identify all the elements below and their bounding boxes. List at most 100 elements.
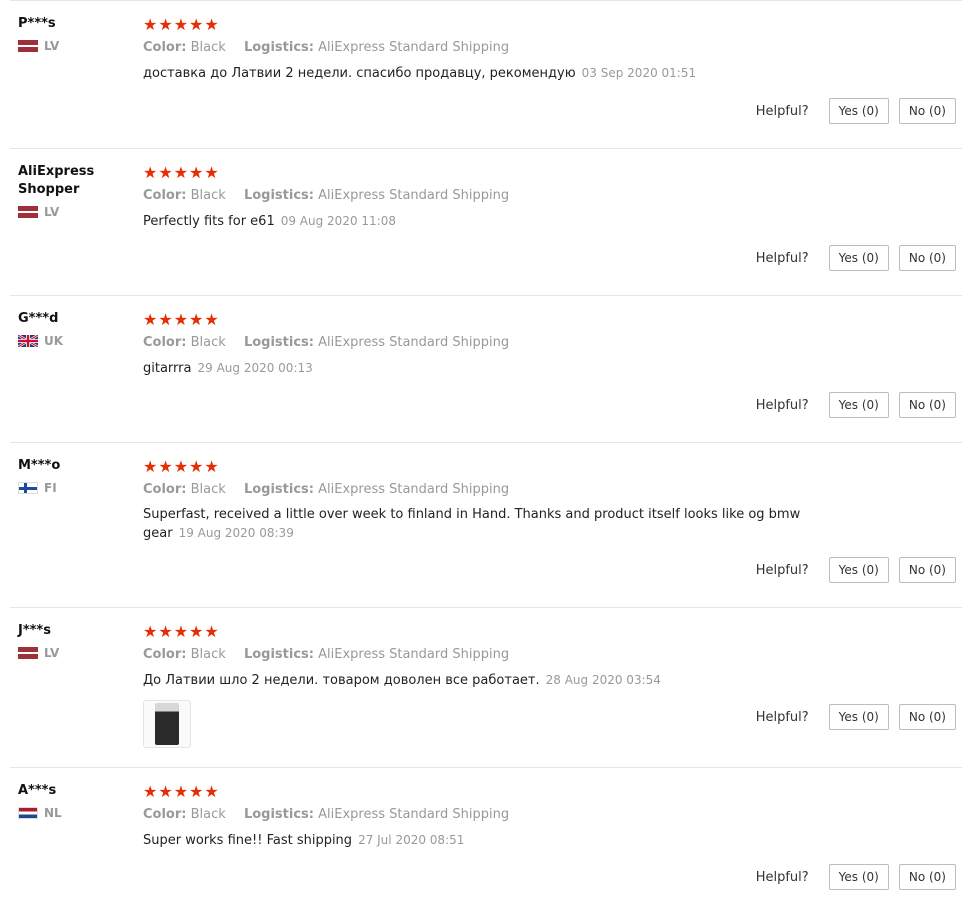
logistics-label: Logistics:: [243, 335, 314, 350]
review-content: ★ ★ ★ ★ ★ Color: Black Logistics: AliExpress…: [143, 163, 842, 231]
star-icon: ★: [173, 15, 189, 34]
review-date: 09 Aug 2020 11:08: [280, 214, 396, 228]
color-value: Black: [190, 807, 226, 822]
star-icon: ★: [143, 163, 158, 182]
review-user: A***s NL: [18, 782, 128, 820]
review-body: Super works fine!! Fast shipping: [143, 833, 353, 848]
review-item: AliExpress Shopper LV ★ ★ ★ ★ ★ Color: Black…: [10, 148, 962, 295]
review-date: 29 Aug 2020 00:13: [197, 361, 313, 375]
latvia-flag-icon: [18, 206, 38, 218]
color-value: Black: [190, 335, 226, 350]
review-body: доставка до Латвии 2 недели. спасибо про…: [143, 66, 576, 81]
star-icon: ★: [158, 457, 173, 476]
review-body: До Латвии шло 2 недели. товаром доволен …: [143, 673, 540, 688]
logistics-label: Logistics:: [243, 188, 314, 203]
logistics-label: Logistics:: [243, 482, 314, 497]
helpful-yes-button[interactable]: Yes (0): [828, 557, 889, 583]
review-date: 03 Sep 2020 01:51: [581, 66, 697, 80]
star-icon: ★: [173, 310, 189, 329]
review-item: M***o FI ★ ★ ★ ★ ★ Color: Black Logistics: A…: [10, 442, 962, 607]
star-icon: ★: [204, 782, 219, 801]
helpful-bar: Helpful? Yes (0) No (0): [756, 98, 956, 124]
review-body: gitarrra: [143, 361, 192, 376]
review-photo-thumbnail[interactable]: [143, 700, 191, 748]
review-item: G***d UK ★ ★ ★ ★ ★ Color: Black Logistic…: [10, 295, 962, 442]
star-icon: ★: [173, 457, 189, 476]
helpful-bar: Helpful? Yes (0) No (0): [756, 392, 956, 418]
helpful-yes-button[interactable]: Yes (0): [828, 864, 889, 890]
star-icon: ★: [189, 782, 204, 801]
star-icon: ★: [189, 622, 204, 641]
star-icon: ★: [158, 163, 173, 182]
star-icon: ★: [189, 457, 204, 476]
helpful-no-button[interactable]: No (0): [898, 557, 956, 583]
star-icon: ★: [204, 163, 219, 182]
reviewer-country: LV: [18, 39, 128, 53]
reviewer-name: P***s: [18, 16, 56, 31]
review-item: A***s NL ★ ★ ★ ★ ★ Color: Black Logistics: A…: [10, 767, 962, 905]
helpful-yes-button[interactable]: Yes (0): [828, 245, 889, 271]
helpful-label: Helpful?: [755, 709, 809, 725]
star-rating: ★ ★ ★ ★ ★: [143, 622, 842, 642]
review-date: 28 Aug 2020 03:54: [545, 673, 661, 687]
color-label: Color:: [143, 335, 187, 350]
helpful-bar: Helpful? Yes (0) No (0): [756, 557, 956, 583]
helpful-bar: Helpful? Yes (0) No (0): [756, 704, 956, 730]
helpful-label: Helpful?: [755, 562, 809, 578]
review-info: Color: Black Logistics: AliExpress Stand…: [143, 806, 842, 824]
review-item: P***s LV ★ ★ ★ ★ ★ Color: Black Logistics: A…: [10, 0, 962, 148]
helpful-no-button[interactable]: No (0): [898, 704, 956, 730]
color-label: Color:: [143, 188, 187, 203]
country-code: LV: [44, 646, 60, 660]
star-rating: ★ ★ ★ ★ ★: [143, 163, 842, 183]
helpful-yes-button[interactable]: Yes (0): [828, 704, 889, 730]
finland-flag-icon: [18, 482, 38, 494]
star-icon: ★: [189, 163, 204, 182]
helpful-yes-button[interactable]: Yes (0): [828, 392, 889, 418]
review-info: Color: Black Logistics: AliExpress Stand…: [143, 187, 842, 205]
reviewer-name: J***s: [18, 623, 51, 638]
country-code: NL: [44, 806, 62, 820]
color-value: Black: [190, 40, 226, 55]
helpful-no-button[interactable]: No (0): [898, 864, 956, 890]
color-value: Black: [190, 482, 226, 497]
reviewer-name: G***d: [18, 311, 59, 326]
review-content: ★ ★ ★ ★ ★ Color: Black Logistics: AliExpress…: [143, 457, 842, 543]
star-icon: ★: [204, 622, 219, 641]
review-info: Color: Black Logistics: AliExpress Stand…: [143, 481, 842, 499]
reviewer-country: LV: [18, 205, 128, 219]
review-text: Superfast, received a little over week t…: [143, 506, 842, 543]
review-text: доставка до Латвии 2 недели. спасибо про…: [143, 64, 842, 83]
helpful-label: Helpful?: [755, 397, 809, 413]
star-icon: ★: [158, 15, 173, 34]
helpful-yes-button[interactable]: Yes (0): [828, 98, 889, 124]
star-icon: ★: [173, 622, 189, 641]
review-item: J***s LV ★ ★ ★ ★ ★ Color: Black Logistics: A…: [10, 607, 962, 767]
star-icon: ★: [189, 15, 204, 34]
star-icon: ★: [204, 457, 219, 476]
country-code: UK: [44, 334, 64, 348]
star-icon: ★: [173, 163, 189, 182]
helpful-no-button[interactable]: No (0): [898, 98, 956, 124]
helpful-label: Helpful?: [755, 869, 809, 885]
review-content: ★ ★ ★ ★ ★ Color: Black Logistics: AliExpress…: [143, 310, 842, 378]
review-list: P***s LV ★ ★ ★ ★ ★ Color: Black Logistics: A…: [0, 0, 970, 905]
helpful-label: Helpful?: [755, 250, 809, 266]
review-user: J***s LV: [18, 622, 128, 660]
review-content: ★ ★ ★ ★ ★ Color: Black Logistics: AliExpress…: [143, 15, 842, 83]
reviewer-name: AliExpress Shopper: [18, 164, 95, 197]
color-label: Color:: [143, 40, 187, 55]
reviewer-country: LV: [18, 646, 128, 660]
logistics-value: AliExpress Standard Shipping: [318, 647, 510, 662]
reviewer-name: M***o: [18, 458, 61, 473]
star-rating: ★ ★ ★ ★ ★: [143, 457, 842, 477]
star-icon: ★: [143, 457, 158, 476]
review-user: P***s LV: [18, 15, 128, 53]
helpful-bar: Helpful? Yes (0) No (0): [756, 245, 956, 271]
helpful-no-button[interactable]: No (0): [898, 392, 956, 418]
star-icon: ★: [158, 310, 173, 329]
product-photo: [155, 703, 179, 745]
review-date: 19 Aug 2020 08:39: [178, 526, 294, 540]
helpful-no-button[interactable]: No (0): [898, 245, 956, 271]
star-icon: ★: [143, 782, 158, 801]
